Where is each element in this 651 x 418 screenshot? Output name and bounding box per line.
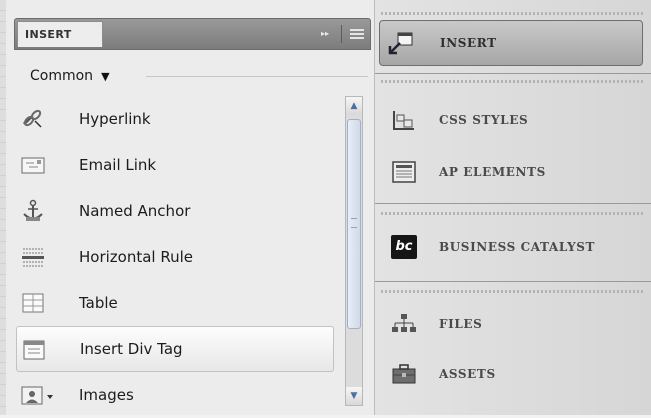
list-scrollbar[interactable]: ▲ ▼ (345, 96, 363, 406)
tab-bar-divider (341, 25, 342, 43)
insert-item-table[interactable]: Table (14, 280, 340, 326)
dock-divider (375, 203, 651, 204)
item-label: Named Anchor (79, 202, 191, 220)
dock-item-label: FILES (439, 317, 483, 331)
item-label: Horizontal Rule (79, 248, 194, 266)
insert-item-hyperlink[interactable]: Hyperlink (14, 96, 340, 142)
collapse-to-icons-button[interactable]: ▸▸ (317, 26, 333, 42)
horizontal-rule-icon (22, 248, 44, 267)
insert-item-horizontal-rule[interactable]: Horizontal Rule (14, 234, 340, 280)
scroll-thumb[interactable] (347, 119, 361, 329)
scroll-up-button[interactable]: ▲ (346, 97, 362, 115)
insert-item-email-link[interactable]: Email Link (14, 142, 340, 188)
insert-icon (388, 32, 413, 55)
insert-item-images[interactable]: Images (14, 372, 340, 418)
insert-item-div-tag[interactable]: Insert Div Tag (16, 326, 334, 372)
panel-menu-button[interactable] (347, 24, 367, 44)
item-label: Images (79, 386, 134, 404)
dock-divider (375, 281, 651, 282)
dock-item-files[interactable]: FILES (383, 307, 643, 341)
grip-dots (381, 12, 645, 15)
category-label: Common (30, 68, 94, 84)
item-label: Hyperlink (79, 110, 151, 128)
dock-item-assets[interactable]: ASSETS (383, 357, 643, 391)
business-catalyst-icon: bc (391, 235, 417, 259)
dock-item-ap-elements[interactable]: AP ELEMENTS (383, 155, 643, 189)
item-label: Email Link (79, 156, 157, 174)
images-icon (21, 386, 53, 405)
files-icon (392, 314, 416, 332)
dock-item-label: BUSINESS CATALYST (439, 240, 596, 254)
panel-edge (0, 0, 6, 415)
css-styles-icon (393, 111, 414, 130)
category-dropdown[interactable]: Common ▼ (30, 64, 110, 88)
grip-dots (381, 290, 645, 293)
email-link-icon (21, 157, 45, 174)
menu-icon (350, 29, 364, 39)
dock-item-insert[interactable]: INSERT (379, 20, 643, 66)
scroll-down-button[interactable]: ▼ (346, 387, 362, 405)
dock-item-label: INSERT (440, 36, 497, 50)
div-tag-icon (23, 340, 45, 360)
hyperlink-icon (22, 109, 42, 128)
item-label: Table (79, 294, 118, 312)
grip-dots (381, 80, 645, 83)
category-divider (146, 76, 368, 77)
dock-item-css-styles[interactable]: CSS STYLES (383, 103, 643, 137)
ap-elements-icon (392, 161, 416, 183)
assets-icon (392, 364, 416, 384)
grip-dots (381, 212, 645, 215)
dock-item-label: ASSETS (439, 367, 496, 381)
insert-panel: INSERT ▸▸ Common ▼ Hyperlink Email Link … (0, 0, 375, 415)
dock-divider (375, 73, 651, 74)
tab-insert[interactable]: INSERT (17, 21, 103, 47)
dock-item-label: CSS STYLES (439, 113, 529, 127)
collapsed-panel-dock: INSERT CSS STYLES AP ELEMENTS bc BUSINES… (375, 0, 651, 415)
insert-item-named-anchor[interactable]: Named Anchor (14, 188, 340, 234)
dock-item-business-catalyst[interactable]: bc BUSINESS CATALYST (383, 230, 643, 264)
insert-item-list: Hyperlink Email Link Named Anchor Horizo… (14, 96, 340, 418)
table-icon (22, 293, 44, 313)
panel-tab-bar: INSERT ▸▸ (14, 18, 371, 50)
item-label: Insert Div Tag (80, 340, 183, 358)
chevron-down-icon: ▼ (101, 69, 110, 83)
dock-item-label: AP ELEMENTS (439, 165, 546, 179)
named-anchor-icon (23, 199, 43, 221)
